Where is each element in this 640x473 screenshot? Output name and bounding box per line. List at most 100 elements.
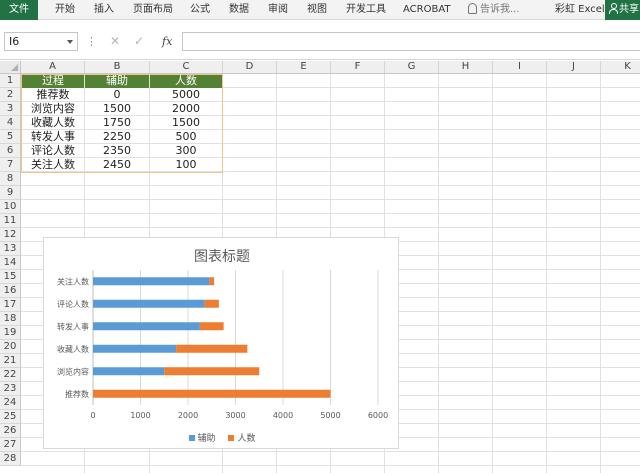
column-header[interactable]: D [223, 61, 277, 74]
name-box[interactable]: I6 [4, 32, 78, 51]
row-header[interactable]: 26 [0, 424, 21, 438]
chart-area[interactable]: 图表标题 0 1000 2000 3000 4000 5000 6000 推荐数 浏览内容 收藏人… [43, 237, 399, 449]
close-icon[interactable]: ✕ [110, 32, 120, 51]
table-cell[interactable]: 浏览内容 [22, 102, 84, 116]
column-header[interactable]: A [21, 61, 85, 74]
tab-page-layout[interactable]: 页面布局 [133, 0, 173, 20]
table-cell[interactable]: 2350 [85, 144, 149, 158]
chart-legend[interactable]: 辅助 人数 [44, 431, 400, 444]
person-icon [609, 3, 618, 14]
insert-function-button[interactable]: fx [162, 32, 172, 51]
table-cell[interactable]: 300 [150, 144, 222, 158]
grid-line [21, 199, 640, 200]
row-header[interactable]: 5 [0, 130, 21, 144]
row-header[interactable]: 11 [0, 214, 21, 228]
legend-item[interactable]: 人数 [228, 431, 255, 444]
column-header[interactable]: C [150, 61, 223, 74]
row-header[interactable]: 13 [0, 242, 21, 256]
select-all-button[interactable] [0, 61, 21, 74]
column-header[interactable]: I [493, 61, 547, 74]
column-header[interactable]: H [439, 61, 493, 74]
tab-review[interactable]: 审阅 [268, 0, 288, 20]
column-header[interactable]: F [331, 61, 385, 74]
table-cell[interactable]: 2000 [150, 102, 222, 116]
column-header[interactable]: J [547, 61, 601, 74]
spreadsheet-grid[interactable]: A B C D E F G H I J K 1 2 3 4 5 6 7 8 9 … [0, 61, 640, 473]
chevron-down-icon[interactable] [67, 40, 73, 44]
tab-developer[interactable]: 开发工具 [346, 0, 386, 20]
ribbon-menu-bar: 文件 开始 插入 页面布局 公式 数据 审阅 视图 开发工具 ACROBAT 告… [0, 0, 640, 20]
table-header-cell[interactable]: 过程 [22, 74, 84, 88]
row-header[interactable]: 6 [0, 144, 21, 158]
bar-segment [164, 367, 260, 376]
tell-me-box[interactable]: 告诉我... [468, 0, 520, 20]
share-button[interactable]: 共享 [605, 0, 640, 20]
row-header[interactable]: 4 [0, 116, 21, 130]
row-header[interactable]: 20 [0, 340, 21, 354]
row-header[interactable]: 7 [0, 158, 21, 172]
legend-item[interactable]: 辅助 [188, 431, 216, 444]
row-header[interactable]: 25 [0, 410, 21, 424]
table-cell[interactable]: 500 [150, 130, 222, 144]
column-header[interactable]: E [277, 61, 331, 74]
table-cell[interactable]: 转发人事 [22, 130, 84, 144]
table-cell[interactable]: 2450 [85, 158, 149, 172]
row-header[interactable]: 18 [0, 312, 21, 326]
formula-input[interactable] [182, 32, 640, 51]
row-header[interactable]: 16 [0, 284, 21, 298]
legend-swatch [228, 435, 235, 441]
row-header[interactable]: 2 [0, 88, 21, 102]
tab-acrobat[interactable]: ACROBAT [403, 0, 451, 20]
table-cell[interactable]: 1500 [85, 102, 149, 116]
check-icon[interactable]: ✓ [134, 32, 144, 51]
table-cell[interactable]: 0 [85, 88, 149, 102]
table-cell[interactable]: 1500 [150, 116, 222, 130]
tab-view[interactable]: 视图 [307, 0, 327, 20]
tab-formulas[interactable]: 公式 [190, 0, 210, 20]
row-header[interactable]: 23 [0, 382, 21, 396]
tab-data[interactable]: 数据 [229, 0, 249, 20]
row-header[interactable]: 24 [0, 396, 21, 410]
table-cell[interactable]: 推荐数 [22, 88, 84, 102]
table-header-cell[interactable]: 人数 [150, 74, 222, 88]
category-label: 关注人数 [57, 276, 89, 286]
table-cell[interactable]: 1750 [85, 116, 149, 130]
table-cell[interactable]: 100 [150, 158, 222, 172]
row-header[interactable]: 21 [0, 354, 21, 368]
tab-insert[interactable]: 插入 [94, 0, 114, 20]
bar-segment [199, 322, 224, 331]
row-header[interactable]: 19 [0, 326, 21, 340]
more-options-icon[interactable]: ⋮ [86, 32, 97, 51]
x-tick-label: 5000 [320, 411, 340, 420]
file-tab[interactable]: 文件 [0, 0, 38, 20]
table-cell[interactable]: 关注人数 [22, 158, 84, 172]
row-header[interactable]: 17 [0, 298, 21, 312]
category-label: 推荐数 [65, 389, 89, 399]
legend-swatch [188, 435, 195, 441]
table-cell[interactable]: 评论人数 [22, 144, 84, 158]
x-tick-label: 1000 [130, 411, 150, 420]
row-header[interactable]: 15 [0, 270, 21, 284]
bar-segment [209, 277, 215, 286]
column-header[interactable]: K [601, 61, 640, 74]
row-header[interactable]: 12 [0, 228, 21, 242]
row-header[interactable]: 3 [0, 102, 21, 116]
column-header[interactable]: B [85, 61, 150, 74]
row-header[interactable]: 9 [0, 186, 21, 200]
grid-line [21, 213, 640, 214]
row-header[interactable]: 27 [0, 438, 21, 452]
table-cell[interactable]: 收藏人数 [22, 116, 84, 130]
chart-plot: 0 1000 2000 3000 4000 5000 6000 推荐数 浏览内容 收藏人数 转发人事… [57, 270, 388, 420]
table-header-cell[interactable]: 辅助 [85, 74, 149, 88]
tab-home[interactable]: 开始 [55, 0, 75, 20]
table-cell[interactable]: 2250 [85, 130, 149, 144]
user-name[interactable]: 彩虹 Excel [555, 0, 605, 20]
row-header[interactable]: 8 [0, 172, 21, 186]
row-header[interactable]: 14 [0, 256, 21, 270]
row-header[interactable]: 10 [0, 200, 21, 214]
row-header[interactable]: 28 [0, 452, 21, 466]
row-header[interactable]: 22 [0, 368, 21, 382]
row-header[interactable]: 1 [0, 74, 21, 88]
table-cell[interactable]: 5000 [150, 88, 222, 102]
column-header[interactable]: G [385, 61, 439, 74]
